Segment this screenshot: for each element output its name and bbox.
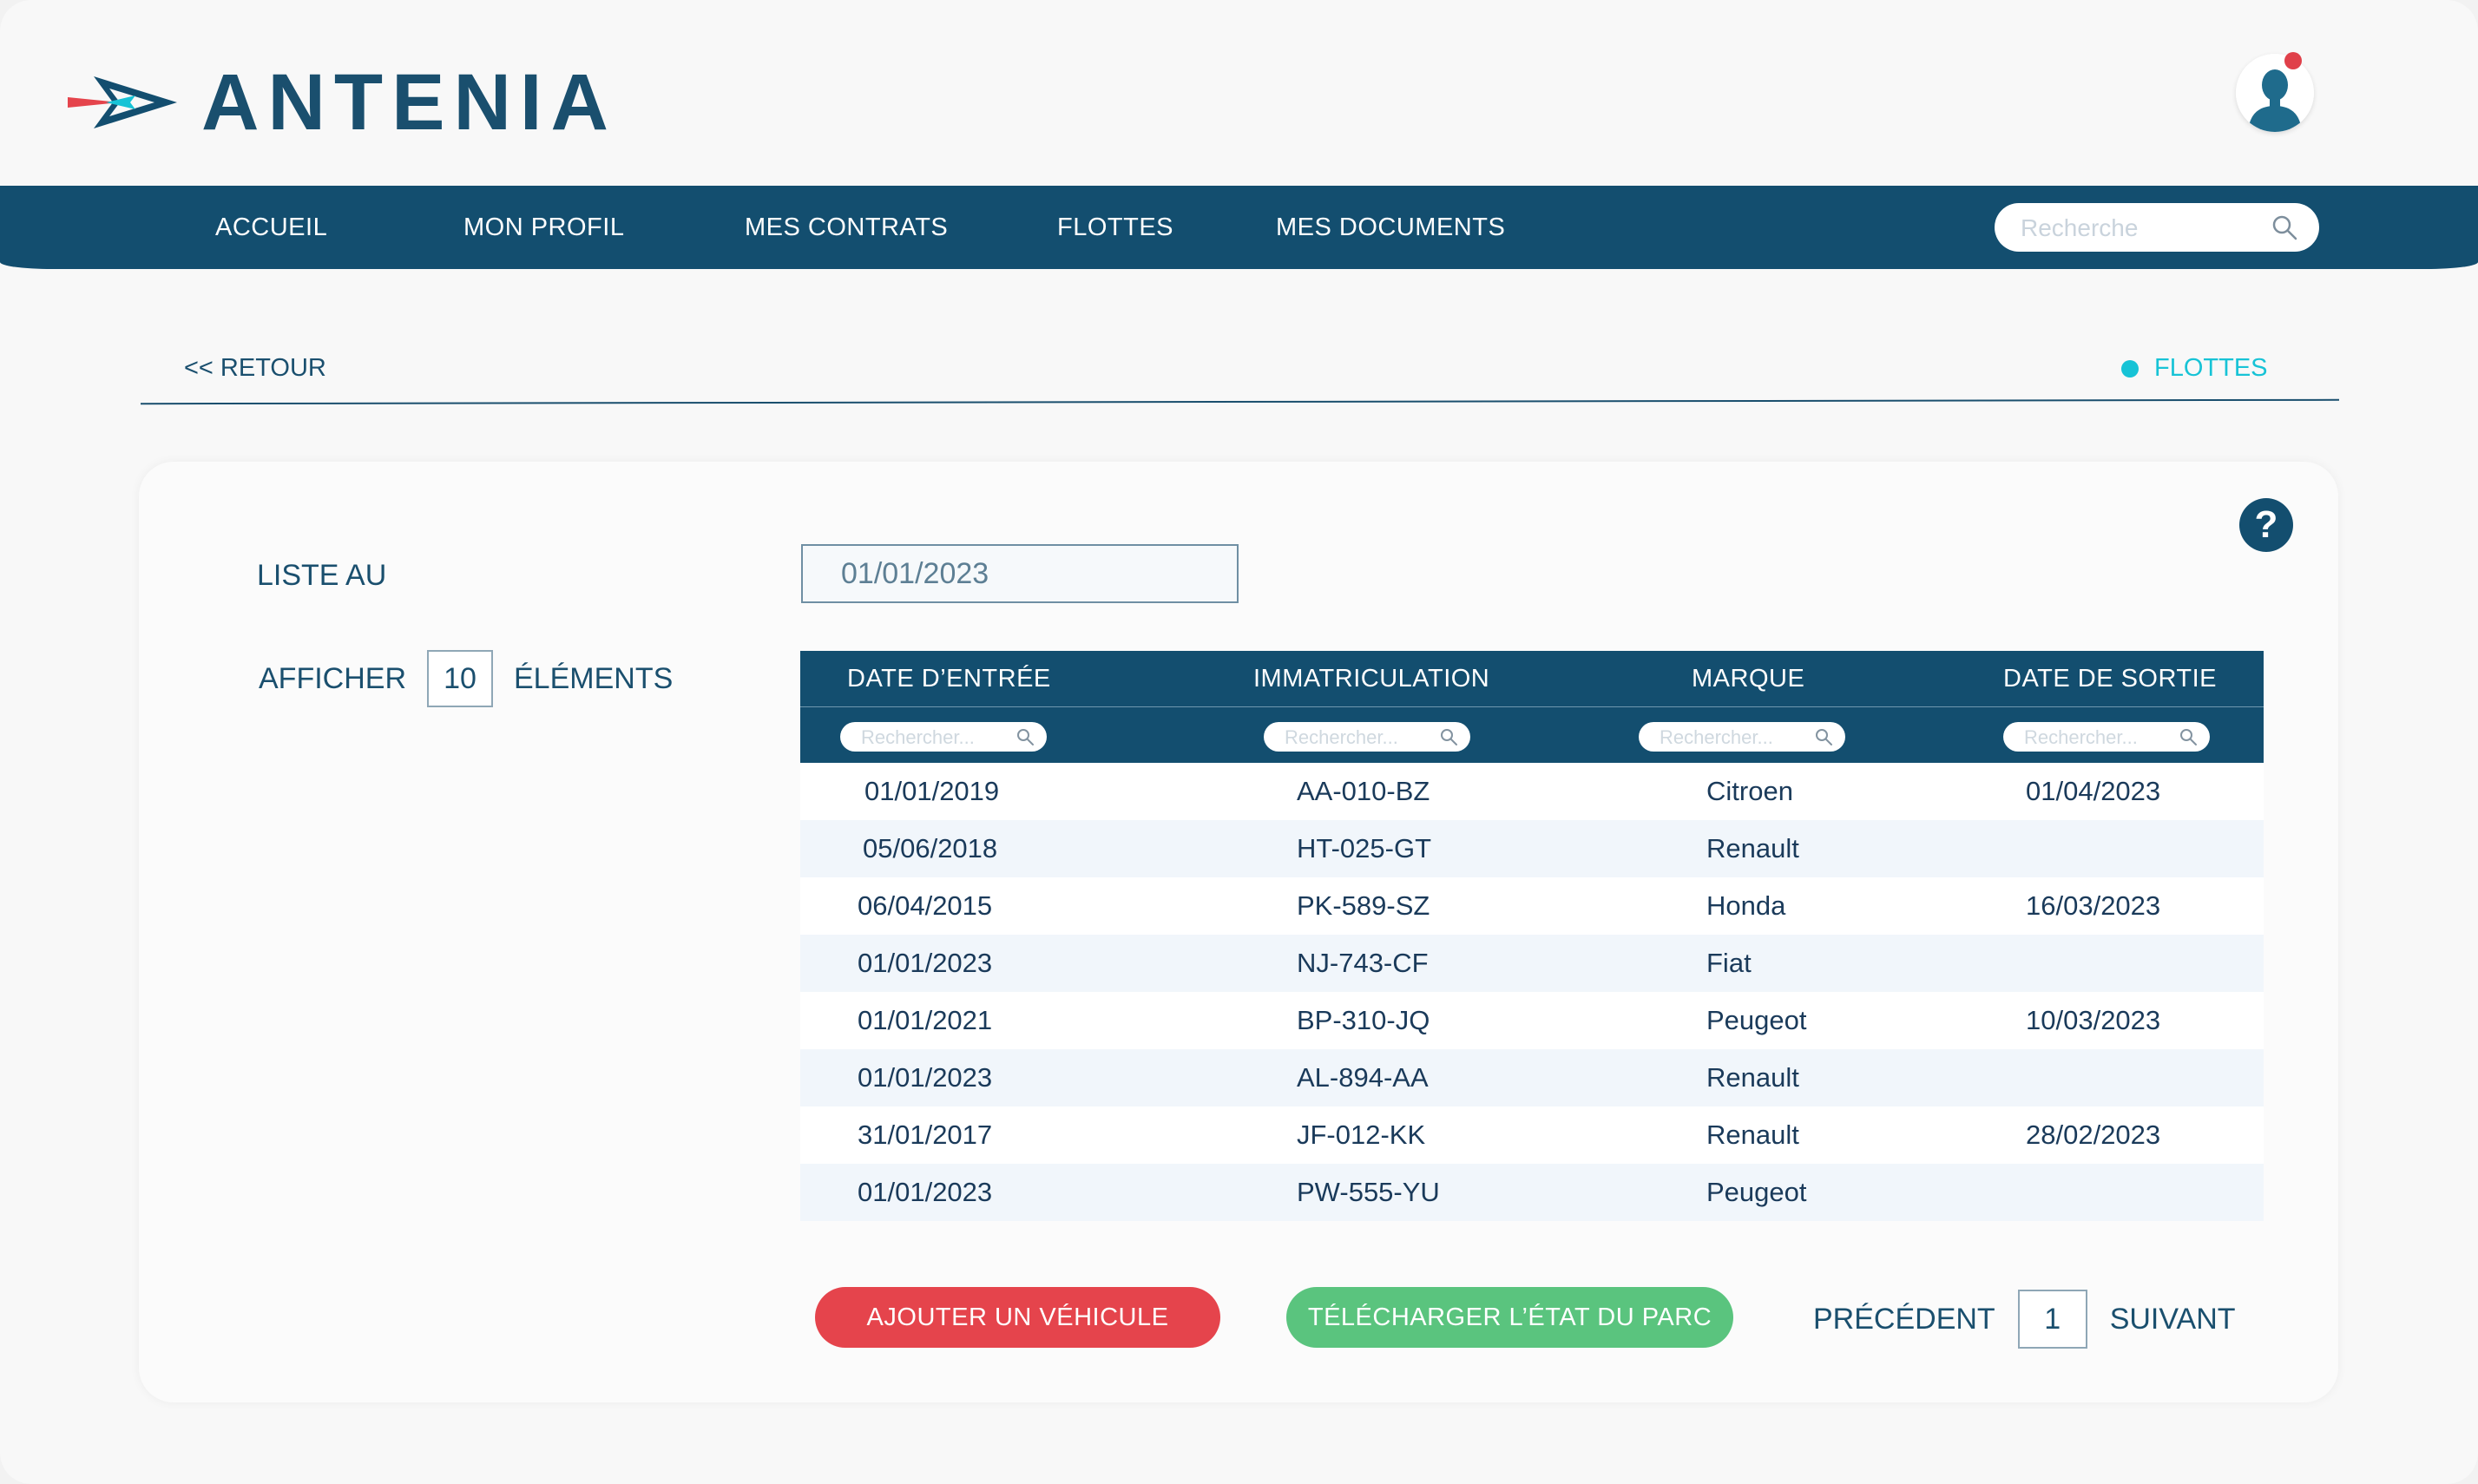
cell-date-entree: 05/06/2018 (863, 833, 998, 863)
cell-marque: Peugeot (1706, 1005, 1807, 1035)
cell-marque: Citroen (1706, 776, 1793, 806)
user-icon (2236, 54, 2314, 132)
breadcrumb-current: FLOTTES (2121, 354, 2268, 383)
breadcrumb-divider (141, 398, 2339, 405)
nav-search-input[interactable] (2019, 210, 2257, 246)
nav-item-mes-contrats[interactable]: MES CONTRATS (745, 186, 948, 269)
brand-name: ANTENIA (201, 58, 617, 147)
filter-date-entree (840, 722, 1047, 752)
download-fleet-state-button[interactable]: TÉLÉCHARGER L’ÉTAT DU PARC (1286, 1287, 1733, 1348)
page-size-input[interactable]: 10 (427, 650, 493, 707)
cell-immatriculation: NJ-743-CF (1297, 948, 1429, 978)
page-size-suffix: ÉLÉMENTS (514, 661, 674, 695)
previous-page-link[interactable]: PRÉCÉDENT (1813, 1303, 1995, 1336)
cell-date-entree: 01/01/2023 (858, 1177, 993, 1207)
table-row[interactable]: 01/01/2023 AL-894-AA Renault (800, 1049, 2264, 1106)
table-row[interactable]: 01/01/2019 AA-010-BZ Citroen 01/04/2023 (800, 763, 2264, 820)
filter-marque-input[interactable] (1658, 726, 1809, 750)
filter-immatriculation-input[interactable] (1283, 726, 1434, 750)
nav-item-accueil[interactable]: ACCUEIL (215, 186, 327, 269)
filter-date-sortie-input[interactable] (2022, 726, 2173, 750)
cell-date-entree: 01/01/2019 (864, 776, 1000, 806)
cell-date-entree: 06/04/2015 (858, 890, 993, 921)
cell-immatriculation: HT-025-GT (1297, 833, 1432, 863)
column-header-immatriculation[interactable]: IMMATRICULATION (1253, 651, 1489, 706)
search-icon (1441, 729, 1457, 745)
breadcrumb-current-label: FLOTTES (2154, 354, 2268, 382)
fleet-table: DATE D’ENTRÉE IMMATRICULATION MARQUE DAT… (800, 651, 2264, 1221)
nav-item-mon-profil[interactable]: MON PROFIL (463, 186, 624, 269)
search-icon (1816, 729, 1832, 745)
filter-marque (1639, 722, 1845, 752)
table-row[interactable]: 01/01/2021 BP-310-JQ Peugeot 10/03/2023 (800, 992, 2264, 1049)
search-icon (2180, 729, 2197, 745)
table-filter-row (800, 707, 2264, 763)
filter-immatriculation (1264, 722, 1470, 752)
notification-dot (2284, 52, 2302, 69)
help-button[interactable]: ? (2239, 498, 2293, 552)
back-link[interactable]: << RETOUR (184, 354, 326, 383)
cell-date-sortie: 16/03/2023 (2026, 890, 2161, 921)
nav-search (1995, 203, 2319, 252)
breadcrumb-dot (2121, 359, 2139, 378)
table-row[interactable]: 01/01/2023 PW-555-YU Peugeot (800, 1164, 2264, 1221)
cell-date-entree: 01/01/2023 (858, 1062, 993, 1093)
cell-immatriculation: AL-894-AA (1297, 1062, 1429, 1093)
list-date-label: LISTE AU (257, 559, 387, 592)
add-vehicle-button[interactable]: AJOUTER UN VÉHICULE (815, 1287, 1220, 1348)
search-icon[interactable] (2271, 213, 2298, 241)
table-row[interactable]: 01/01/2023 NJ-743-CF Fiat (800, 935, 2264, 992)
column-header-date-sortie[interactable]: DATE DE SORTIE (2003, 651, 2217, 706)
table-row[interactable]: 06/04/2015 PK-589-SZ Honda 16/03/2023 (800, 877, 2264, 935)
page-size-control: AFFICHER 10 ÉLÉMENTS (259, 649, 673, 708)
cell-marque: Renault (1706, 1062, 1799, 1093)
filter-date-entree-input[interactable] (859, 726, 1010, 750)
cell-date-sortie: 28/02/2023 (2026, 1120, 2161, 1150)
column-header-date-entree[interactable]: DATE D’ENTRÉE (847, 651, 1051, 706)
search-icon (1017, 729, 1034, 745)
cell-date-entree: 01/01/2021 (858, 1005, 993, 1035)
cell-marque: Renault (1706, 1120, 1799, 1150)
pagination: PRÉCÉDENT 1 SUIVANT (1813, 1290, 2236, 1349)
table-row[interactable]: 31/01/2017 JF-012-KK Renault 28/02/2023 (800, 1106, 2264, 1164)
main-nav: ACCUEIL MON PROFIL MES CONTRATS FLOTTES … (0, 186, 2478, 269)
table-header-row: DATE D’ENTRÉE IMMATRICULATION MARQUE DAT… (800, 651, 2264, 707)
nav-item-mes-documents[interactable]: MES DOCUMENTS (1276, 186, 1505, 269)
next-page-link[interactable]: SUIVANT (2110, 1303, 2236, 1336)
table-row[interactable]: 05/06/2018 HT-025-GT Renault (800, 820, 2264, 877)
cell-marque: Peugeot (1706, 1177, 1807, 1207)
filter-date-sortie (2003, 722, 2210, 752)
cell-immatriculation: PW-555-YU (1297, 1177, 1440, 1207)
column-header-marque[interactable]: MARQUE (1692, 651, 1804, 706)
cell-date-entree: 01/01/2023 (858, 948, 993, 978)
cell-marque: Renault (1706, 833, 1799, 863)
cell-date-sortie: 10/03/2023 (2026, 1005, 2161, 1035)
cell-date-entree: 31/01/2017 (858, 1120, 993, 1150)
cell-marque: Honda (1706, 890, 1786, 921)
cell-immatriculation: JF-012-KK (1297, 1120, 1426, 1150)
nav-item-flottes[interactable]: FLOTTES (1057, 186, 1173, 269)
cell-marque: Fiat (1706, 948, 1752, 978)
cell-immatriculation: BP-310-JQ (1297, 1005, 1430, 1035)
brand-logo[interactable]: ANTENIA (68, 62, 617, 142)
page: ANTENIA ACCUEIL MON PROFIL MES CONTRATS … (0, 0, 2478, 1484)
user-avatar[interactable] (2236, 54, 2314, 132)
cell-immatriculation: AA-010-BZ (1297, 776, 1430, 806)
antenia-arrow-icon (68, 76, 177, 128)
list-date-input[interactable] (801, 544, 1239, 603)
page-size-prefix: AFFICHER (259, 661, 406, 695)
cell-immatriculation: PK-589-SZ (1297, 890, 1430, 921)
cell-date-sortie: 01/04/2023 (2026, 776, 2161, 806)
current-page-input[interactable]: 1 (2017, 1290, 2087, 1349)
